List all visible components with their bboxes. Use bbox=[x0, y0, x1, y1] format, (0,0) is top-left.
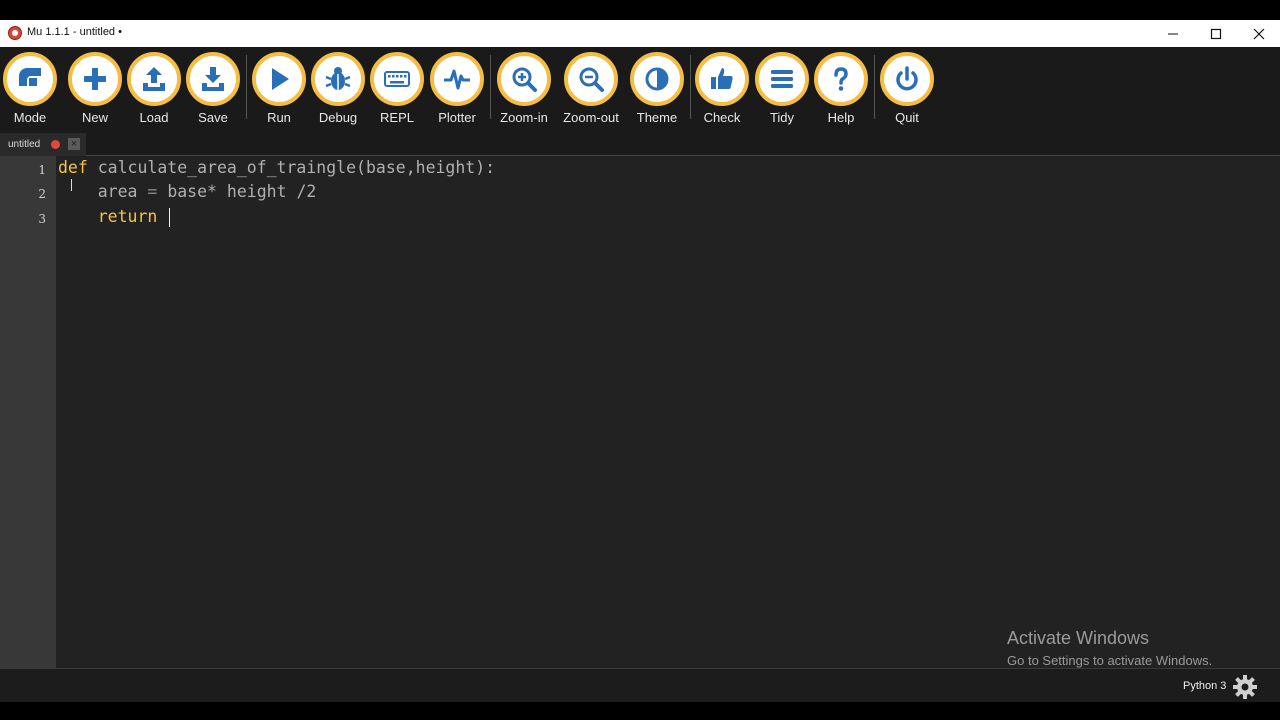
mode-label: Mode bbox=[13, 110, 47, 125]
watermark-title: Activate Windows bbox=[1007, 628, 1150, 648]
tidy-label: Tidy bbox=[769, 110, 795, 125]
line-number: 3 bbox=[38, 212, 46, 226]
code-text: calculate_area_of_traingle(base,height): bbox=[87, 158, 496, 177]
toolbar-separator bbox=[874, 55, 875, 119]
power-icon bbox=[896, 66, 918, 91]
title-bar: Mu 1.1.1 - untitled • bbox=[0, 20, 1280, 47]
text-caret bbox=[169, 208, 170, 227]
mu-logo-icon bbox=[8, 26, 22, 40]
theme-label: Theme bbox=[636, 110, 678, 125]
toolbar-separator bbox=[690, 55, 691, 119]
toolbar-separator bbox=[246, 55, 247, 119]
close-icon[interactable] bbox=[1237, 20, 1280, 47]
play-icon bbox=[272, 68, 289, 90]
pulse-icon bbox=[444, 69, 470, 90]
debug-button[interactable]: Debug bbox=[308, 52, 368, 126]
code-operator: = bbox=[137, 182, 168, 201]
quit-label: Quit bbox=[895, 110, 919, 125]
mode-icon bbox=[19, 68, 41, 86]
code-text: area bbox=[97, 182, 138, 201]
plotter-button[interactable]: Plotter bbox=[427, 52, 487, 126]
tab-bar: untitled × bbox=[0, 130, 1280, 156]
mode-button[interactable]: Mode bbox=[0, 52, 60, 126]
new-label: New bbox=[81, 110, 108, 125]
theme-button[interactable]: Theme bbox=[627, 52, 687, 126]
quit-button[interactable]: Quit bbox=[877, 52, 937, 126]
toolbar-separator bbox=[490, 55, 491, 119]
status-bar: Python 3 bbox=[0, 668, 1280, 703]
code-line: area = base* height /2 bbox=[58, 182, 317, 201]
bug-icon bbox=[325, 67, 351, 90]
run-button[interactable]: Run bbox=[249, 52, 309, 126]
window-title: Mu 1.1.1 - untitled • bbox=[27, 26, 122, 38]
code-line: def calculate_area_of_traingle(base,heig… bbox=[58, 158, 495, 177]
load-button[interactable]: Load bbox=[124, 52, 184, 126]
debug-label: Debug bbox=[318, 110, 358, 125]
code-keyword: return bbox=[97, 207, 158, 226]
question-icon bbox=[834, 67, 848, 91]
upload-icon bbox=[143, 67, 165, 91]
unsaved-indicator-icon bbox=[51, 140, 60, 149]
zoom-in-icon bbox=[512, 67, 537, 92]
watermark-subtitle: Go to Settings to activate Windows. bbox=[1007, 653, 1213, 668]
activation-watermark: Activate Windows Go to Settings to activ… bbox=[1007, 628, 1212, 668]
keyboard-icon bbox=[384, 71, 410, 87]
download-icon bbox=[202, 67, 224, 91]
line-number-gutter: 1 2 3 bbox=[0, 156, 56, 668]
contrast-icon bbox=[645, 67, 669, 91]
help-button[interactable]: Help bbox=[811, 52, 871, 126]
line-number: 1 bbox=[38, 163, 46, 177]
check-label: Check bbox=[703, 110, 741, 125]
repl-label: REPL bbox=[380, 110, 414, 125]
tidy-button[interactable]: Tidy bbox=[752, 52, 812, 126]
plotter-label: Plotter bbox=[438, 110, 476, 125]
check-button[interactable]: Check bbox=[692, 52, 752, 126]
code-keyword: def bbox=[58, 158, 88, 177]
code-line: return bbox=[58, 207, 158, 226]
plus-icon bbox=[84, 68, 106, 90]
tab-label: untitled bbox=[8, 139, 41, 150]
tab-close-icon[interactable]: × bbox=[68, 138, 80, 150]
help-label: Help bbox=[827, 110, 855, 125]
load-label: Load bbox=[139, 110, 169, 125]
line-number: 2 bbox=[38, 187, 46, 201]
lines-icon bbox=[771, 70, 793, 88]
python-mode-label[interactable]: Python 3 bbox=[1183, 680, 1226, 692]
run-label: Run bbox=[267, 110, 291, 125]
repl-button[interactable]: REPL bbox=[367, 52, 427, 126]
video-letterbox-bottom bbox=[0, 702, 1280, 720]
mouse-ibeam-cursor-icon bbox=[71, 179, 78, 191]
minimize-icon[interactable] bbox=[1151, 20, 1195, 47]
zoom-out-icon bbox=[579, 67, 604, 92]
tab-untitled[interactable]: untitled × bbox=[0, 133, 86, 156]
save-button[interactable]: Save bbox=[183, 52, 243, 126]
video-letterbox-top bbox=[0, 0, 1280, 20]
save-label: Save bbox=[198, 110, 228, 125]
code-text: base* height /2 bbox=[167, 182, 317, 201]
zoom-out-button[interactable]: Zoom-out bbox=[561, 52, 621, 126]
zoom-in-label: Zoom-in bbox=[500, 110, 548, 125]
code-editor[interactable]: 1 2 3 def calculate_area_of_traingle(bas… bbox=[0, 156, 1280, 668]
gear-icon[interactable] bbox=[1232, 674, 1262, 700]
zoom-out-label: Zoom-out bbox=[563, 110, 619, 125]
thumbs-up-icon bbox=[711, 68, 733, 89]
zoom-in-button[interactable]: Zoom-in bbox=[494, 52, 554, 126]
new-button[interactable]: New bbox=[65, 52, 125, 126]
maximize-icon[interactable] bbox=[1194, 20, 1238, 47]
